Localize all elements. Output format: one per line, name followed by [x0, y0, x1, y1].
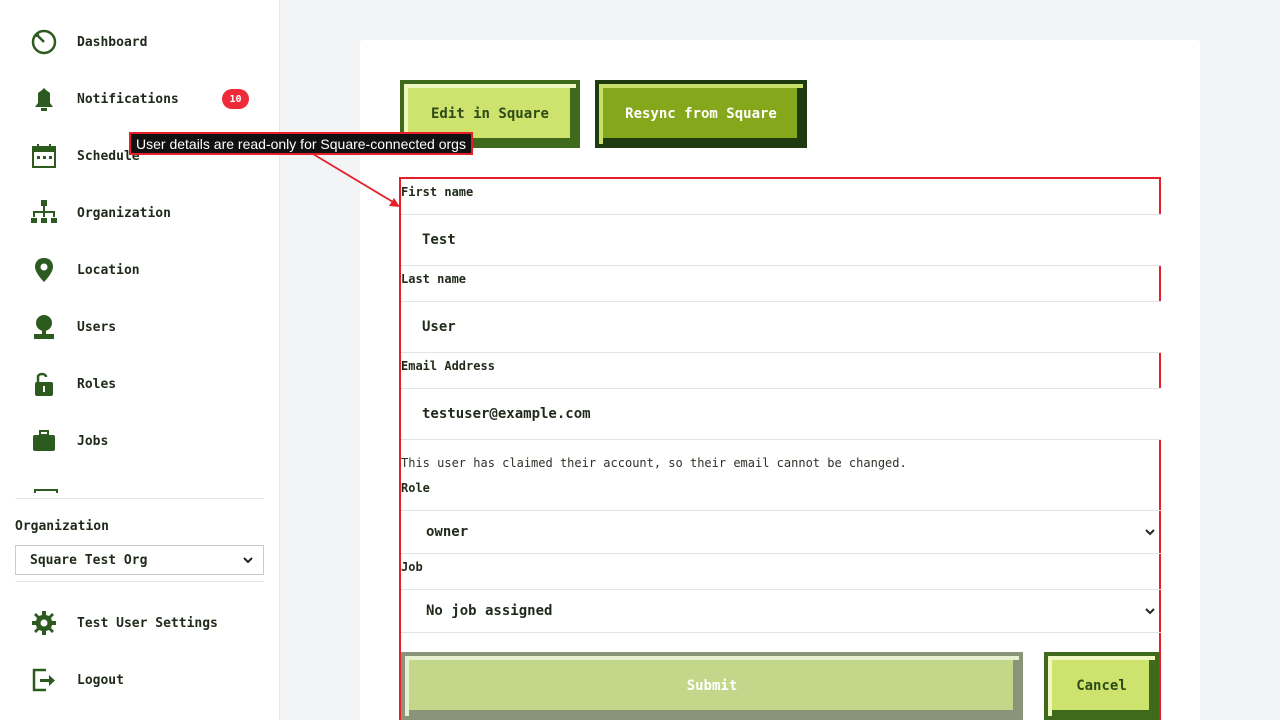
sidebar-item-label: Users [77, 319, 117, 335]
logout-icon [30, 665, 62, 695]
sidebar-item-notifications[interactable]: Notifications 10 [30, 84, 260, 114]
sidebar-item-label: Organization [77, 205, 171, 221]
last-name-field[interactable]: User [401, 301, 1161, 353]
sidebar-item-organization[interactable]: Organization [30, 198, 260, 228]
organization-select[interactable]: Square Test Org [15, 545, 264, 575]
user-details-form: First name Test Last name User Email Add… [399, 177, 1161, 720]
user-icon [30, 312, 62, 342]
organization-label: Organization [15, 519, 109, 534]
sidebar-item-roles[interactable]: Roles [30, 369, 260, 399]
settings-label: Test User Settings [77, 615, 218, 631]
job-label: Job [401, 560, 423, 574]
bell-icon [30, 84, 62, 114]
first-name-field[interactable]: Test [401, 214, 1161, 266]
briefcase-icon [30, 426, 62, 456]
chevron-down-icon [1145, 529, 1155, 536]
job-select-value: No job assigned [426, 603, 553, 619]
sidebar-item-label: Jobs [77, 433, 109, 449]
submit-button[interactable]: Submit [401, 652, 1023, 720]
gear-icon [30, 608, 62, 638]
role-label: Role [401, 481, 430, 495]
sidebar-item-dashboard[interactable]: Dashboard [30, 27, 260, 57]
calendar-icon [30, 141, 62, 171]
organization-select-value: Square Test Org [30, 552, 148, 568]
sidebar-item-partial-icon [34, 489, 58, 493]
logout-label: Logout [77, 672, 124, 688]
role-select-value: owner [426, 524, 469, 540]
sidebar-item-jobs[interactable]: Jobs [30, 426, 260, 456]
job-select[interactable]: No job assigned [401, 589, 1161, 633]
role-select[interactable]: owner [401, 510, 1161, 554]
last-name-label: Last name [401, 272, 467, 286]
resync-from-square-button[interactable]: Resync from Square [595, 80, 807, 148]
email-label: Email Address [401, 359, 495, 373]
dashboard-icon [30, 27, 62, 57]
chevron-down-icon [243, 557, 253, 564]
sidebar-divider [15, 498, 264, 499]
chevron-down-icon [1145, 608, 1155, 615]
annotation-tooltip: User details are read-only for Square-co… [129, 132, 473, 155]
sidebar-item-label: Dashboard [77, 34, 148, 50]
first-name-label: First name [401, 185, 474, 199]
notification-count-badge: 10 [222, 89, 249, 109]
sidebar-item-settings[interactable]: Test User Settings [30, 608, 260, 638]
sidebar-divider [15, 581, 264, 582]
sidebar-item-label: Location [77, 262, 140, 278]
sidebar-item-logout[interactable]: Logout [30, 665, 260, 695]
sidebar-item-label: Roles [77, 376, 117, 392]
email-help-text: This user has claimed their account, so … [401, 456, 907, 470]
sidebar-item-label: Notifications [77, 91, 179, 107]
sidebar-item-location[interactable]: Location [30, 255, 260, 285]
sidebar: Dashboard Notifications 10 Schedule Orga… [0, 0, 280, 720]
unlock-icon [30, 369, 62, 399]
org-chart-icon [30, 198, 62, 228]
email-field[interactable]: testuser@example.com [401, 388, 1161, 440]
cancel-button[interactable]: Cancel [1044, 652, 1159, 720]
location-pin-icon [30, 255, 62, 285]
sidebar-item-users[interactable]: Users [30, 312, 260, 342]
